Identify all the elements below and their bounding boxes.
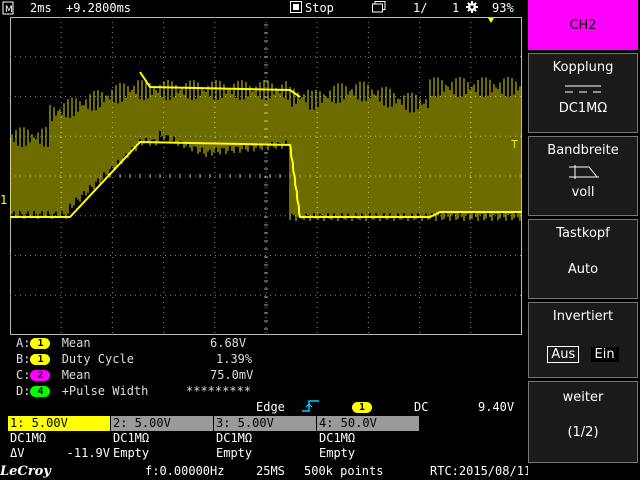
ch1-ground-marker[interactable]: 1 [0,193,7,207]
bandwidth-title: Bandbreite [547,143,619,158]
measurement-name: Mean [61,368,91,382]
frequency-counter: f:0.00000Hz [145,464,225,478]
trigger-mode: Edge [256,400,285,414]
probe-value: Auto [567,262,599,277]
channel-scale: 2: 5.00V [111,416,213,431]
channel-2-box[interactable]: 2: 5.00V DC1MΩ Empty [111,416,213,464]
more-title: weiter [562,390,604,405]
bandwidth-value: voll [571,185,595,200]
measurement-row: B: 1 Duty Cycle [16,352,134,366]
measurement-value: 6.68V [210,336,247,350]
measurement-name: +Pulse Width [61,384,149,398]
channel-coupling: DC1MΩ [10,431,47,445]
waveform-display[interactable] [9,16,522,335]
channel-badge: 4 [30,386,51,397]
trigger-level-marker[interactable]: T [511,138,518,151]
delta-value: -11.9V [66,446,110,460]
measurement-slot: B: [16,352,31,366]
trigger-source-badge: 1 [352,402,372,413]
dc-coupling-icon [565,83,601,97]
brand-logo: LeCroy [0,464,51,479]
trigger-coupling: DC [414,400,429,414]
softkey-menu: CH2 Kopplung DC1MΩ Bandbreite voll Tastk… [528,0,640,480]
measurement-slot: D: [16,384,31,398]
gear-icon [466,1,478,16]
channel-scale: 4: 50.0V [317,416,419,431]
channel-scale: 3: 5.00V [214,416,316,431]
invert-off-option[interactable]: Aus [547,346,580,363]
menu-channel-label: CH2 [569,18,597,33]
battery-level: 93% [492,1,514,15]
trigger-info: Edge 1 DC 9.40V [256,400,526,415]
measurement-value: 75.0mV [210,368,254,382]
trigger-delay: +9.2800ms [66,1,132,15]
more-button[interactable]: weiter (1/2) [528,381,638,463]
waveform-graticule [9,16,522,335]
coupling-button[interactable]: Kopplung DC1MΩ [528,53,638,133]
trigger-position-marker [488,18,494,23]
channel-scale: 1: 5.00V [8,416,110,431]
channel-status: Empty [216,446,253,460]
measurement-row: C: 2 Mean [16,368,91,382]
channel-indicator-icon: M [2,1,14,18]
measurement-slot: C: [16,368,31,382]
measurement-slot: A: [16,336,31,350]
channel-1-box[interactable]: 1: 5.00V DC1MΩ ΔV -11.9V [8,416,110,464]
invert-toggle[interactable]: Aus Ein [529,346,637,363]
status-bar: M 2ms +9.2800ms Stop 1/ 1 93% [0,0,528,17]
channel-3-box[interactable]: 3: 5.00V DC1MΩ Empty [214,416,316,464]
run-state[interactable]: Stop [305,1,334,15]
bandwidth-button[interactable]: Bandbreite voll [528,136,638,216]
history-icon [372,1,386,16]
invert-button[interactable]: Invertiert Aus Ein [528,302,638,378]
coupling-title: Kopplung [552,60,614,75]
channel-status: Empty [113,446,150,460]
timebase: 2ms [30,1,52,15]
invert-title: Invertiert [552,309,614,324]
sample-rate: 25MS [256,464,285,478]
channel-badge: 1 [30,354,51,365]
measurement-value: 1.39% [216,352,253,366]
measurement-panel: A: 1 Mean 6.68V B: 1 Duty Cycle 1.39% C: 2 … [0,336,280,402]
rising-edge-icon [302,400,320,415]
page-indicator: 1/ [413,1,428,15]
menu-channel-header[interactable]: CH2 [528,0,638,50]
probe-title: Tastkopf [556,226,610,241]
channel-delta: ΔV -11.9V [8,446,110,461]
channel-badge: 2 [30,370,51,381]
channel-4-box[interactable]: 4: 50.0V DC1MΩ Empty [317,416,419,464]
svg-text:M: M [5,5,13,15]
measurement-row: A: 1 Mean [16,336,91,350]
trigger-level: 9.40V [478,400,515,414]
channel-badge: 1 [30,338,51,349]
delta-label: ΔV [10,446,25,460]
probe-button[interactable]: Tastkopf Auto [528,219,638,299]
record-length: 500k points [304,464,384,478]
measurement-row: D: 4 +Pulse Width [16,384,148,398]
measurement-name: Duty Cycle [61,352,134,366]
channel-coupling: DC1MΩ [113,431,150,445]
invert-on-option[interactable]: Ein [590,347,619,362]
more-page: (1/2) [567,425,599,440]
stop-icon [290,1,302,16]
measurement-value: ********* [186,384,252,398]
coupling-value: DC1MΩ [558,101,608,116]
channel-coupling: DC1MΩ [319,431,356,445]
acquisition-count: 1 [452,1,460,15]
measurement-name: Mean [61,336,91,350]
channel-status: Empty [319,446,356,460]
bandwidth-filter-icon [565,164,601,183]
channel-coupling: DC1MΩ [216,431,253,445]
